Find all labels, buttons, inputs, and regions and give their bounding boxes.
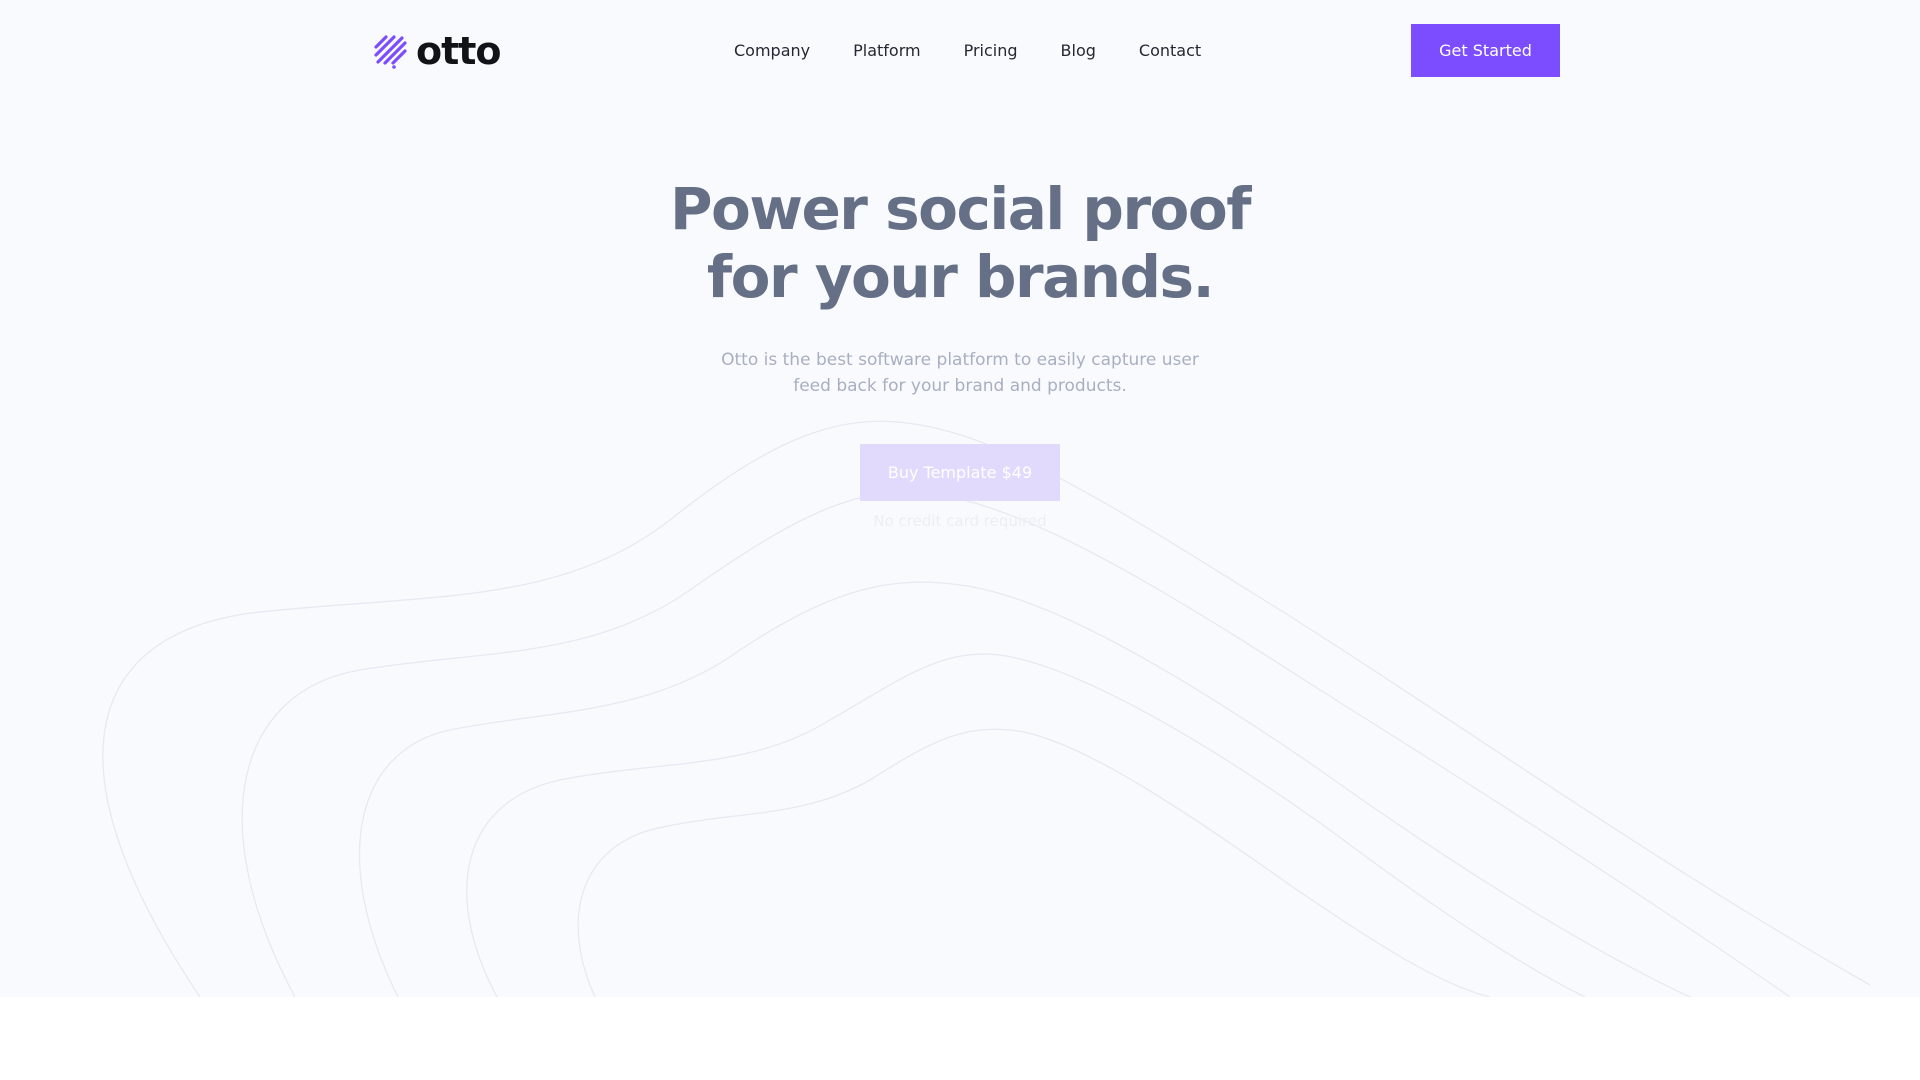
- brand-name: otto: [416, 29, 502, 73]
- stripes-logo-icon: [374, 35, 407, 69]
- hero-subtitle-line: feed back for your brand and products.: [793, 376, 1127, 396]
- nav-link-pricing[interactable]: Pricing: [964, 38, 1018, 64]
- top-navigation: otto Company Platform Pricing Blog Conta…: [0, 0, 1920, 102]
- hero-title-line: for your brands.: [706, 243, 1215, 311]
- hero-title: Power social proof for your brands.: [610, 175, 1310, 311]
- logo-link[interactable]: otto: [374, 29, 502, 73]
- nav-link-company[interactable]: Company: [734, 38, 810, 64]
- nav-link-blog[interactable]: Blog: [1061, 38, 1096, 64]
- buy-template-button[interactable]: Buy Template $49: [860, 444, 1060, 501]
- no-credit-card-note: No credit card required: [873, 512, 1047, 530]
- nav-links: Company Platform Pricing Blog Contact: [734, 38, 1201, 64]
- hero-section: otto Company Platform Pricing Blog Conta…: [0, 0, 1920, 997]
- nav-link-contact[interactable]: Contact: [1139, 38, 1201, 64]
- landing-page: otto Company Platform Pricing Blog Conta…: [0, 0, 1920, 1080]
- hero-subtitle: Otto is the best software platform to ea…: [700, 347, 1220, 399]
- hero-subtitle-line: Otto is the best software platform to ea…: [721, 350, 1199, 370]
- hero-title-line: Power social proof: [670, 175, 1251, 243]
- nav-link-platform[interactable]: Platform: [853, 38, 920, 64]
- get-started-button[interactable]: Get Started: [1411, 24, 1560, 77]
